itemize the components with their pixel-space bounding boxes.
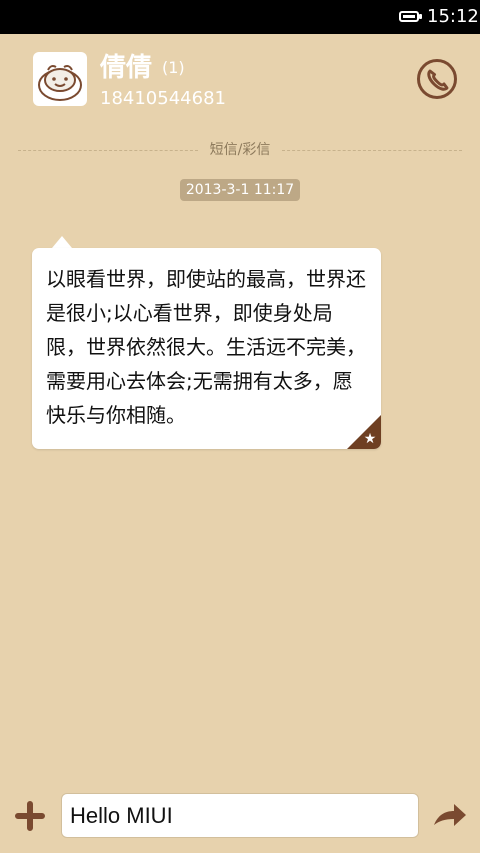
bubble-tail [52, 236, 72, 248]
message-timestamp: 2013-3-1 11:17 [180, 179, 300, 201]
contact-name: 倩倩 [100, 53, 153, 83]
contact-avatar[interactable] [33, 52, 87, 106]
battery-icon [399, 11, 419, 22]
phone-icon [427, 69, 449, 91]
unread-count: (1) [162, 58, 185, 77]
channel-label: 短信/彩信 [209, 142, 271, 158]
status-bar: 15:12 [0, 0, 480, 34]
status-time: 15:12 [427, 6, 479, 27]
cartoon-bear-icon [38, 65, 82, 101]
call-button[interactable] [417, 59, 457, 99]
add-attachment-button[interactable] [14, 800, 46, 832]
contact-phone-number: 18410544681 [100, 88, 226, 109]
message-text: 以眼看世界，即使站的最高，世界还是很小;以心看世界，即使身处局限，世界依然很大。… [46, 267, 366, 427]
battery-tip [419, 14, 422, 19]
compose-input[interactable] [61, 793, 419, 838]
send-button[interactable] [432, 799, 468, 831]
divider-left [18, 150, 198, 151]
star-icon[interactable]: ★ [363, 432, 377, 446]
message-bubble[interactable]: 以眼看世界，即使站的最高，世界还是很小;以心看世界，即使身处局限，世界依然很大。… [32, 248, 381, 449]
send-arrow-icon [434, 804, 466, 826]
plus-icon [15, 801, 45, 831]
divider-right [282, 150, 462, 151]
